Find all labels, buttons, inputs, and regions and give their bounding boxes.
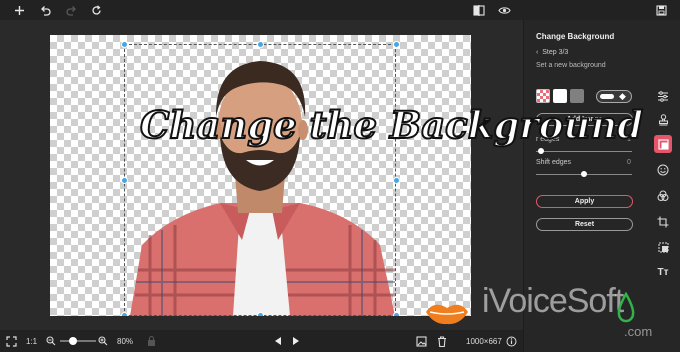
transparent-swatch[interactable] xyxy=(536,89,550,103)
step-indicator[interactable]: ‹ Step 3/3 xyxy=(536,49,568,56)
resize-handle-top[interactable] xyxy=(257,41,264,48)
shift-edges-slider-knob[interactable] xyxy=(581,171,587,177)
toggle-pill xyxy=(600,94,614,99)
overlay-title: Change the Background xyxy=(139,102,644,148)
resize-handle-top-right[interactable] xyxy=(393,41,400,48)
redo-icon[interactable] xyxy=(62,1,80,19)
canvas-stage xyxy=(0,20,523,330)
shift-edges-slider[interactable] xyxy=(536,171,632,177)
panel-subtitle: Set a new background xyxy=(536,62,606,69)
reset-icon[interactable] xyxy=(87,1,105,19)
smile-icon[interactable] xyxy=(654,161,672,179)
drop-logo-icon xyxy=(617,292,635,323)
zoom-in-icon[interactable] xyxy=(98,334,108,348)
watermark-brand: iVoiceSoft xyxy=(482,282,624,320)
background-icon[interactable] xyxy=(654,135,672,153)
eye-icon[interactable] xyxy=(495,1,513,19)
resize-handle-top-left[interactable] xyxy=(121,41,128,48)
edges-slider[interactable] xyxy=(536,148,632,154)
shift-edges-label: Shift edges xyxy=(536,159,572,166)
stamp-icon[interactable] xyxy=(654,111,672,129)
tool-rail: Tт xyxy=(646,20,680,352)
bottom-bar: 1:1 80% 1000×667 xyxy=(0,330,523,352)
photo-editor-app: 1:1 80% 1000×667 Change Background ‹ Ste… xyxy=(0,0,680,352)
frame-icon[interactable] xyxy=(654,238,672,256)
plus-icon[interactable] xyxy=(10,1,28,19)
zoom-slider-knob[interactable] xyxy=(68,337,77,345)
previous-icon[interactable] xyxy=(274,334,282,348)
crop-icon[interactable] xyxy=(654,213,672,231)
panel-title: Change Background xyxy=(536,32,615,41)
shift-edges-value: 0 xyxy=(627,159,631,166)
apply-button[interactable]: Apply xyxy=(536,195,633,208)
undo-icon[interactable] xyxy=(36,1,54,19)
image-icon[interactable] xyxy=(416,334,427,348)
next-icon[interactable] xyxy=(292,334,300,348)
zoom-value: 80% xyxy=(117,336,134,346)
resize-handle-left[interactable] xyxy=(121,177,128,184)
paint-bucket-icon: ◆ xyxy=(619,91,626,101)
image-canvas[interactable] xyxy=(50,35,471,316)
resize-handle-bottom[interactable] xyxy=(257,312,264,316)
reset-button[interactable]: Reset xyxy=(536,218,633,231)
resize-handle-right[interactable] xyxy=(393,177,400,184)
lock-icon[interactable] xyxy=(147,334,156,348)
image-dimensions: 1000×667 xyxy=(466,336,502,346)
white-swatch[interactable] xyxy=(553,89,567,103)
gray-swatch[interactable] xyxy=(570,89,584,103)
info-icon[interactable] xyxy=(506,334,517,348)
crop-selection-box[interactable] xyxy=(124,44,396,316)
edges-slider-knob[interactable] xyxy=(537,148,544,154)
adjust-icon[interactable] xyxy=(654,87,672,105)
color-picker-toggle[interactable]: ◆ xyxy=(596,90,632,103)
compare-icon[interactable] xyxy=(470,1,488,19)
fullscreen-icon[interactable] xyxy=(6,334,17,348)
lips-logo-icon xyxy=(426,304,468,325)
resize-handle-bottom-right[interactable] xyxy=(393,312,400,316)
trash-icon[interactable] xyxy=(437,334,447,348)
actual-size-button[interactable]: 1:1 xyxy=(26,334,37,348)
step-label: Step 3/3 xyxy=(542,49,569,56)
resize-handle-bottom-left[interactable] xyxy=(121,312,128,316)
zoom-slider[interactable] xyxy=(60,337,96,345)
save-icon[interactable] xyxy=(652,1,670,19)
zoom-out-icon[interactable] xyxy=(46,334,56,348)
color-filter-icon[interactable] xyxy=(654,187,672,205)
top-toolbar xyxy=(0,0,680,20)
text-icon[interactable]: Tт xyxy=(654,263,672,281)
watermark-domain: .com xyxy=(624,324,653,339)
